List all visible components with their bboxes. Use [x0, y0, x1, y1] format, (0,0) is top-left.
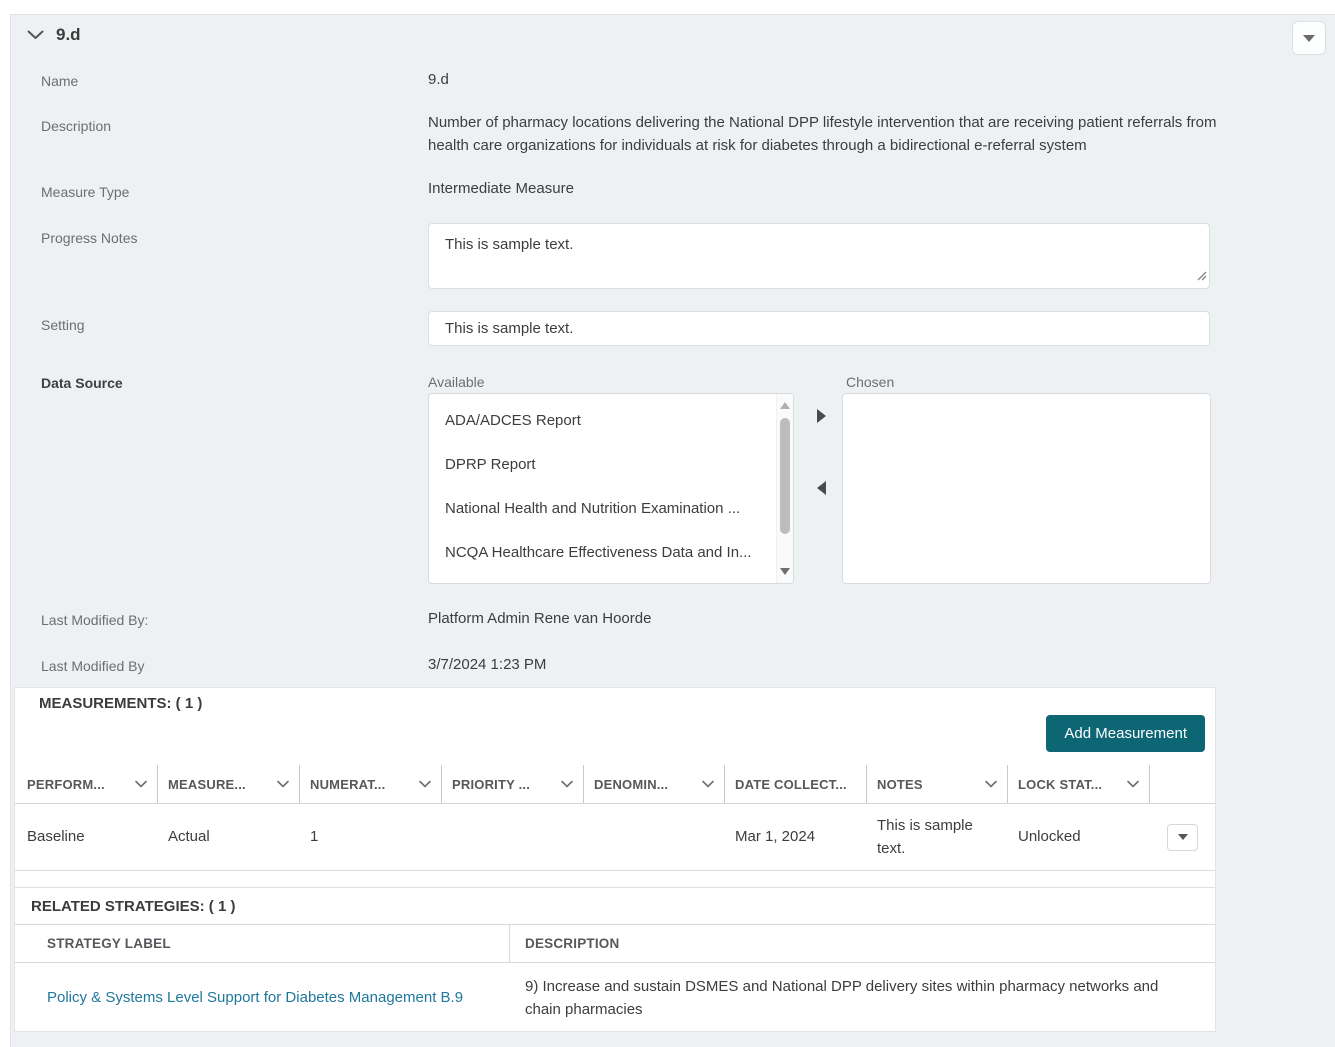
progress-notes-label: Progress Notes [41, 230, 138, 246]
notes-cell: This is sample text. [877, 817, 973, 857]
table-row: Policy & Systems Level Support for Diabe… [15, 963, 1215, 1031]
priority-cell [442, 804, 584, 870]
table-row: Baseline Actual 1 Mar 1, 2024 This is sa… [15, 804, 1215, 871]
list-item[interactable]: National Health and Nutrition Examinatio… [429, 487, 793, 531]
column-header-numerator[interactable]: NUMERAT... [300, 765, 442, 803]
measurements-heading: MEASUREMENTS: ( 1 ) [39, 695, 203, 712]
measurements-table-header: PERFORM... MEASURE... NUMERAT... PRIORIT… [15, 765, 1215, 804]
last-modified-date-value: 3/7/2024 1:23 PM [428, 656, 547, 673]
available-listbox[interactable]: ADA/ADCES Report DPRP Report National He… [428, 393, 794, 584]
measure-detail-panel: 9.d Name 9.d Description Number of pharm… [10, 14, 1335, 1047]
numerator-cell: 1 [310, 828, 319, 845]
column-header-description: DESCRIPTION [525, 936, 620, 951]
related-strategies-heading: RELATED STRATEGIES: ( 1 ) [31, 898, 236, 915]
move-to-available-button[interactable] [810, 477, 832, 499]
available-list-scrollbar[interactable] [776, 394, 793, 583]
available-list-label: Available [428, 374, 485, 390]
row-actions-button[interactable] [1167, 823, 1198, 851]
setting-input[interactable] [428, 311, 1210, 346]
triangle-left-icon [816, 481, 826, 495]
scroll-down-icon[interactable] [780, 568, 790, 575]
description-value: Number of pharmacy locations delivering … [428, 114, 1217, 154]
column-header-denominator[interactable]: DENOMIN... [584, 765, 725, 803]
related-strategies-table-header: STRATEGY LABEL DESCRIPTION [15, 924, 1215, 963]
lock-status-cell: Unlocked [1018, 828, 1081, 845]
move-to-chosen-button[interactable] [810, 405, 832, 427]
sort-chevron-icon [129, 780, 147, 788]
panel-header: 9.d [27, 25, 81, 45]
list-item[interactable]: DPRP Report [429, 443, 793, 487]
performance-cell: Baseline [27, 828, 85, 845]
collapse-chevron-icon[interactable] [27, 30, 44, 40]
progress-notes-field-wrap: This is sample text. [428, 223, 1210, 289]
sort-chevron-icon [979, 780, 997, 788]
sort-chevron-icon [271, 780, 289, 788]
date-collected-cell: Mar 1, 2024 [735, 828, 816, 845]
measure-type-label: Measure Type [41, 184, 130, 200]
caret-down-icon [1303, 34, 1315, 42]
page-title: 9.d [56, 25, 81, 44]
add-measurement-button[interactable]: Add Measurement [1046, 715, 1205, 752]
details-card: MEASUREMENTS: ( 1 ) Add Measurement PERF… [14, 687, 1216, 1032]
triangle-right-icon [816, 409, 826, 423]
measure-type-value: Intermediate Measure [428, 180, 574, 197]
sort-chevron-icon [413, 780, 431, 788]
setting-label: Setting [41, 317, 85, 333]
last-modified-date-label: Last Modified By [41, 658, 145, 674]
strategy-link[interactable]: Policy & Systems Level Support for Diabe… [47, 986, 463, 1009]
related-strategies-table: STRATEGY LABEL DESCRIPTION Policy & Syst… [15, 924, 1215, 1031]
last-modified-by-value: Platform Admin Rene van Hoorde [428, 610, 652, 627]
column-header-lock-status[interactable]: LOCK STAT... [1008, 765, 1150, 803]
progress-notes-textarea[interactable]: This is sample text. [428, 223, 1210, 289]
chosen-list-label: Chosen [846, 374, 895, 390]
column-header-priority[interactable]: PRIORITY ... [442, 765, 584, 803]
list-item[interactable]: ADA/ADCES Report [429, 399, 793, 443]
name-label: Name [41, 73, 79, 89]
description-label: Description [41, 118, 112, 134]
section-divider [15, 887, 1215, 888]
row-actions-cell [1150, 804, 1215, 870]
column-header-date-collected[interactable]: DATE COLLECT... [725, 765, 867, 803]
name-value: 9.d [428, 71, 449, 88]
column-header-performance[interactable]: PERFORM... [15, 765, 158, 803]
strategy-description-cell: 9) Increase and sustain DSMES and Nation… [525, 978, 1159, 1018]
sort-chevron-icon [1121, 780, 1139, 788]
measure-cell: Actual [168, 828, 210, 845]
column-header-strategy-label: STRATEGY LABEL [15, 925, 510, 962]
measurements-table: PERFORM... MEASURE... NUMERAT... PRIORIT… [15, 765, 1215, 871]
list-item[interactable]: NCQA Healthcare Effectiveness Data and I… [429, 531, 793, 575]
scrollbar-thumb[interactable] [780, 418, 790, 534]
column-header-actions [1150, 765, 1215, 803]
denominator-cell [584, 804, 725, 870]
sort-chevron-icon [555, 780, 573, 788]
sort-chevron-icon [696, 780, 714, 788]
strategy-label-cell: Policy & Systems Level Support for Diabe… [15, 963, 510, 1031]
data-source-label: Data Source [41, 375, 123, 391]
caret-down-icon [1177, 834, 1188, 840]
last-modified-by-label: Last Modified By: [41, 612, 149, 628]
panel-menu-button[interactable] [1292, 21, 1326, 55]
scroll-up-icon[interactable] [780, 402, 790, 409]
chosen-listbox[interactable] [842, 393, 1211, 584]
column-header-measure[interactable]: MEASURE... [158, 765, 300, 803]
column-header-notes[interactable]: NOTES [867, 765, 1008, 803]
